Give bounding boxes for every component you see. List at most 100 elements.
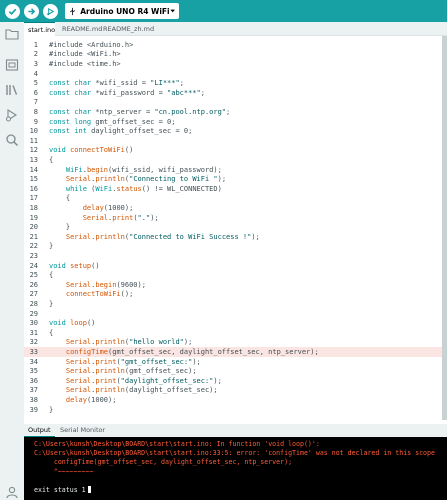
code-line[interactable]: 36 Serial.print("daylight_offset_sec:");	[24, 376, 442, 386]
code-line[interactable]: 7	[24, 98, 442, 108]
code-line[interactable]: 16 while (WiFi.status() != WL_CONNECTED)	[24, 184, 442, 194]
code-line[interactable]: 20 }	[24, 222, 442, 232]
code-line[interactable]: 21 Serial.println("Connected to WiFi Suc…	[24, 232, 442, 242]
line-number: 24	[29, 261, 38, 270]
code-line[interactable]: 18 delay(1000);	[24, 203, 442, 213]
code-token: const int	[49, 127, 87, 136]
code-token: {	[49, 328, 54, 337]
code-text: Serial.print("gmt_offset_sec:");	[49, 358, 201, 366]
debug-icon[interactable]	[5, 108, 19, 122]
code-token: Serial	[65, 386, 92, 395]
code-line[interactable]: 26 Serial.begin(9600);	[24, 280, 442, 290]
code-line[interactable]: 14 WiFi.begin(wifi_ssid, wifi_password);	[24, 165, 442, 175]
code-line[interactable]: 32 Serial.println("hello world");	[24, 338, 442, 348]
code-line[interactable]: 1 #include <Arduino.h>	[24, 40, 442, 50]
line-number: 23	[29, 251, 38, 260]
debug-button[interactable]	[43, 3, 58, 19]
code-line[interactable]: 30 void loop()	[24, 318, 442, 328]
tab-output[interactable]: Output	[24, 424, 55, 437]
code-line[interactable]: 23	[24, 251, 442, 261]
arrow-right-icon	[28, 7, 36, 15]
code-line[interactable]: 33 configTime(gmt_offset_sec, daylight_o…	[24, 347, 442, 357]
code-text: Serial.println("hello world");	[49, 338, 192, 346]
code-line[interactable]: 31 {	[24, 328, 442, 338]
code-token: }	[49, 242, 54, 251]
editor-scrollbar[interactable]	[442, 36, 447, 420]
code-line[interactable]: 29	[24, 309, 442, 319]
code-line[interactable]: 34 Serial.print("gmt_offset_sec:");	[24, 357, 442, 367]
line-number: 18	[29, 203, 38, 212]
code-line[interactable]: 3 #include <time.h>	[24, 59, 442, 69]
line-number: 39	[29, 405, 38, 414]
code-line[interactable]: 4	[24, 69, 442, 79]
code-line[interactable]: 12 void connectToWiFi()	[24, 146, 442, 156]
code-token: status	[116, 184, 142, 193]
code-token: "."	[137, 213, 151, 222]
code-token: daylight_offset_sec = 0;	[86, 127, 193, 136]
code-line[interactable]: 6 const char *wifi_password = "abc***";	[24, 88, 442, 98]
code-line[interactable]: 24 void setup()	[24, 261, 442, 271]
line-number: 13	[29, 155, 38, 164]
code-line[interactable]: 25 {	[24, 270, 442, 280]
code-line[interactable]: 28}	[24, 299, 442, 309]
code-token: *wifi_ssid =	[91, 79, 151, 88]
board-selector[interactable]: Arduino UNO R4 WiFi	[65, 3, 179, 19]
code-token: const char	[49, 79, 92, 88]
code-token: print	[95, 357, 117, 366]
code-token: );	[251, 232, 260, 241]
code-line[interactable]: 10 const int daylight_offset_sec = 0;	[24, 126, 442, 136]
code-line[interactable]: 19 Serial.print(".");	[24, 213, 442, 223]
code-text: connectToWiFi();	[49, 290, 133, 298]
board-icon[interactable]	[5, 58, 19, 72]
code-token: "Connected to WiFi Success !"	[129, 232, 252, 241]
code-token: Serial	[65, 280, 92, 289]
output-text: C:\Users\kunsh\Desktop\BOARD\start\start…	[34, 449, 435, 458]
tab-start-ino[interactable]: start.ino	[24, 22, 55, 36]
code-text: }	[49, 223, 70, 231]
code-line[interactable]: 15 Serial.println("Connecting to WiFi ")…	[24, 174, 442, 184]
account-icon[interactable]	[5, 485, 19, 499]
code-line[interactable]: 27 connectToWiFi();	[24, 290, 442, 300]
code-token: gmt_offset_sec = 0;	[91, 117, 176, 126]
upload-button[interactable]	[24, 3, 39, 19]
line-number: 36	[29, 376, 38, 385]
code-line[interactable]: 37 Serial.println(daylight_offset_sec);	[24, 386, 442, 396]
code-token: print	[112, 213, 134, 222]
code-line[interactable]: 11	[24, 136, 442, 146]
line-number: 22	[29, 242, 38, 251]
code-text: #include <WiFi.h>	[49, 50, 121, 58]
code-token: #include <WiFi.h>	[49, 50, 121, 59]
library-icon[interactable]	[5, 83, 19, 97]
code-text: void setup()	[49, 262, 100, 270]
output-console[interactable]: C:\Users\kunsh\Desktop\BOARD\start\start…	[24, 437, 447, 500]
code-line[interactable]: 5 const char *wifi_ssid = "LI***";	[24, 78, 442, 88]
code-line[interactable]: 13 {	[24, 155, 442, 165]
code-line[interactable]: 2 #include <WiFi.h>	[24, 50, 442, 60]
search-icon[interactable]	[5, 133, 19, 147]
code-editor[interactable]: 1 #include <Arduino.h> 2 #include <WiFi.h> 3…	[24, 36, 442, 420]
code-token: "Connecting to WiFi "	[129, 175, 218, 184]
verify-button[interactable]	[5, 3, 20, 19]
code-line[interactable]: 22}	[24, 242, 442, 252]
code-line[interactable]: 17 {	[24, 194, 442, 204]
code-text: {	[49, 271, 53, 279]
code-token: connectToWiFi	[65, 290, 121, 299]
code-token: begin	[86, 165, 109, 174]
tab-label: Serial Monitor	[60, 426, 106, 434]
code-line[interactable]: 38 delay(1000);	[24, 395, 442, 405]
tab-serial-monitor[interactable]: Serial Monitor	[56, 424, 109, 437]
code-line[interactable]: 35 Serial.println(gmt_offset_sec);	[24, 366, 442, 376]
code-line[interactable]: 8 const char *ntp_server = "cn.pool.ntp.o…	[24, 107, 442, 117]
tab-readme-zh[interactable]: README_zh.md	[99, 22, 154, 36]
code-line[interactable]: 39}	[24, 405, 442, 415]
line-number: 35	[29, 367, 38, 376]
code-line[interactable]: 9 const long gmt_offset_sec = 0;	[24, 117, 442, 127]
code-token: "abc***"	[167, 88, 201, 97]
code-token: Serial	[65, 175, 92, 184]
tab-readme[interactable]: README.md	[58, 22, 102, 36]
folder-icon[interactable]	[5, 27, 19, 41]
